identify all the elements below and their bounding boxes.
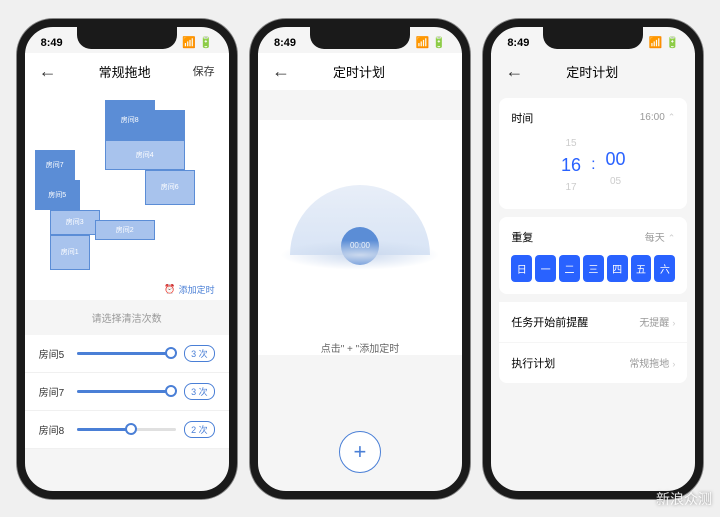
chevron-right-icon: › xyxy=(672,318,675,328)
status-icons: 📶 🔋 xyxy=(416,36,446,49)
page-title: 定时计划 xyxy=(566,62,618,81)
day-sat[interactable]: 六 xyxy=(654,255,675,282)
room-7[interactable]: 房间7 xyxy=(35,150,75,180)
watermark: 新浪众测 xyxy=(656,489,712,509)
notch xyxy=(310,27,410,49)
status-icons: 📶 🔋 xyxy=(649,36,679,49)
day-mon[interactable]: 一 xyxy=(535,255,556,282)
slider-value: 2 次 xyxy=(184,421,215,438)
room-2[interactable]: 房间2 xyxy=(95,220,155,240)
slider[interactable] xyxy=(77,428,176,431)
room-5[interactable]: 房间5 xyxy=(35,180,80,210)
slider-label: 房间5 xyxy=(39,346,69,361)
navbar: ← 定时计划 xyxy=(491,53,695,90)
page-title: 常规拖地 xyxy=(99,62,151,81)
time-card: 时间 16:00⌃ 15 16 17 : 00 05 xyxy=(499,98,687,209)
notch xyxy=(77,27,177,49)
slider[interactable] xyxy=(77,390,176,393)
day-fri[interactable]: 五 xyxy=(631,255,652,282)
slider[interactable] xyxy=(77,352,176,355)
clock-badge: 00:00 xyxy=(341,227,379,265)
status-icons: 📶 🔋 xyxy=(182,36,212,49)
back-icon[interactable]: ← xyxy=(39,61,57,82)
notch xyxy=(543,27,643,49)
battery-icon: 🔋 xyxy=(199,36,213,49)
slider-label: 房间7 xyxy=(39,384,69,399)
room-3[interactable]: 房间3 xyxy=(50,210,100,235)
chevron-right-icon: › xyxy=(672,359,675,369)
signal-icon: 📶 xyxy=(182,36,196,49)
phone-2: 8:49 📶 🔋 ← 定时计划 00:00 点击" + "添加定时 + xyxy=(250,19,470,499)
section-label: 请选择清洁次数 xyxy=(25,300,229,335)
room[interactable] xyxy=(155,110,185,140)
clock-icon: ⏰ xyxy=(164,284,175,295)
repeat-card: 重复 每天⌃ 日 一 二 三 四 五 六 xyxy=(499,217,687,294)
content: 时间 16:00⌃ 15 16 17 : 00 05 重复 每天⌃ xyxy=(491,98,695,383)
empty-illustration: 00:00 xyxy=(278,120,442,320)
plan-row[interactable]: 执行计划 常规拖地› xyxy=(499,343,687,383)
battery-icon: 🔋 xyxy=(432,36,446,49)
slider-value: 3 次 xyxy=(184,345,215,362)
day-tue[interactable]: 二 xyxy=(559,255,580,282)
signal-icon: 📶 xyxy=(649,36,663,49)
day-wed[interactable]: 三 xyxy=(583,255,604,282)
room-6[interactable]: 房间6 xyxy=(145,170,195,205)
content: 房间8 房间4 房间6 房间7 房间5 房间3 房间2 房间1 ⏰ 添加定时 请… xyxy=(25,90,229,449)
remind-label: 任务开始前提醒 xyxy=(511,314,588,330)
slider-row: 房间7 3 次 xyxy=(25,373,229,411)
plus-icon: + xyxy=(354,439,367,465)
remind-row[interactable]: 任务开始前提醒 无提醒› xyxy=(499,302,687,343)
repeat-value[interactable]: 每天⌃ xyxy=(645,229,676,244)
navbar: ← 定时计划 xyxy=(258,53,462,90)
add-timer-link[interactable]: ⏰ 添加定时 xyxy=(164,283,214,296)
slider-label: 房间8 xyxy=(39,422,69,437)
empty-hint: 点击" + "添加定时 xyxy=(258,340,462,355)
day-selector: 日 一 二 三 四 五 六 xyxy=(511,255,675,282)
chevron-up-icon: ⌃ xyxy=(668,112,676,122)
room-8[interactable]: 房间8 xyxy=(105,100,155,140)
chevron-up-icon: ⌃ xyxy=(668,233,676,243)
content: 00:00 点击" + "添加定时 xyxy=(258,120,462,355)
slider-value: 3 次 xyxy=(184,383,215,400)
status-time: 8:49 xyxy=(41,37,63,49)
save-button[interactable]: 保存 xyxy=(193,63,215,79)
back-icon[interactable]: ← xyxy=(272,61,290,82)
day-thu[interactable]: 四 xyxy=(607,255,628,282)
time-label: 时间 xyxy=(511,110,533,126)
page-title: 定时计划 xyxy=(333,62,385,81)
status-time: 8:49 xyxy=(507,37,529,49)
room-1[interactable]: 房间1 xyxy=(50,235,90,270)
signal-icon: 📶 xyxy=(416,36,430,49)
time-picker[interactable]: 15 16 17 : 00 05 xyxy=(511,138,675,193)
slider-row: 房间8 2 次 xyxy=(25,411,229,449)
time-value[interactable]: 16:00⌃ xyxy=(640,112,676,123)
slider-row: 房间5 3 次 xyxy=(25,335,229,373)
plan-label: 执行计划 xyxy=(511,355,555,371)
room-4[interactable]: 房间4 xyxy=(105,140,185,170)
phone-3: 8:49 📶 🔋 ← 定时计划 时间 16:00⌃ 15 16 17 : xyxy=(483,19,703,499)
day-sun[interactable]: 日 xyxy=(511,255,532,282)
status-time: 8:49 xyxy=(274,37,296,49)
back-icon[interactable]: ← xyxy=(505,61,523,82)
navbar: ← 常规拖地 保存 xyxy=(25,53,229,90)
phone-1: 8:49 📶 🔋 ← 常规拖地 保存 房间8 房间4 房间6 房间7 房间5 房… xyxy=(17,19,237,499)
repeat-label: 重复 xyxy=(511,229,533,245)
battery-icon: 🔋 xyxy=(666,36,680,49)
add-button[interactable]: + xyxy=(339,431,381,473)
floor-map[interactable]: 房间8 房间4 房间6 房间7 房间5 房间3 房间2 房间1 ⏰ 添加定时 xyxy=(25,90,229,300)
